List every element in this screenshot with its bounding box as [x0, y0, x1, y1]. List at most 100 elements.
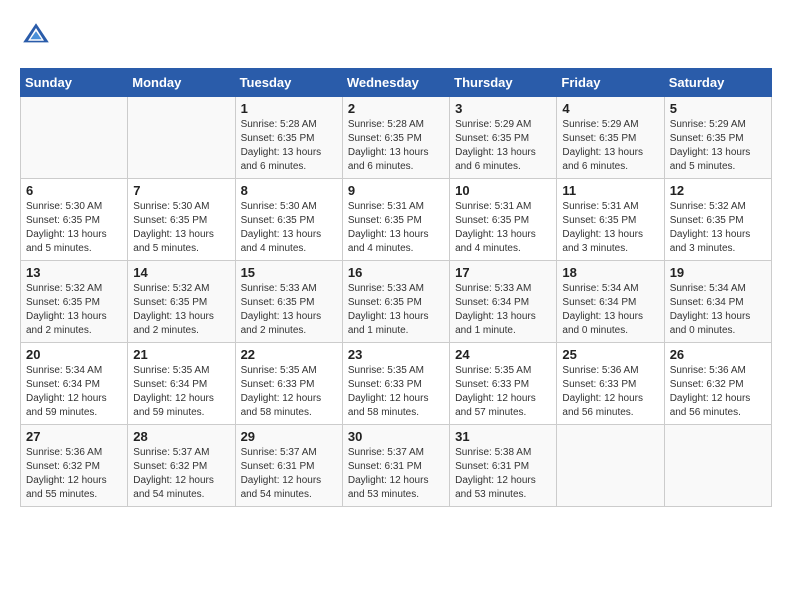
day-number: 20 [26, 347, 122, 362]
day-number: 21 [133, 347, 229, 362]
day-info: Sunrise: 5:34 AM Sunset: 6:34 PM Dayligh… [562, 282, 658, 338]
day-info: Sunrise: 5:38 AM Sunset: 6:31 PM Dayligh… [455, 446, 551, 502]
calendar-day-cell [21, 97, 128, 179]
calendar-day-cell [664, 425, 771, 507]
calendar-day-cell: 2 Sunrise: 5:28 AM Sunset: 6:35 PM Daylig… [342, 97, 449, 179]
day-info: Sunrise: 5:37 AM Sunset: 6:32 PM Dayligh… [133, 446, 229, 502]
calendar-header-row: SundayMondayTuesdayWednesdayThursdayFrid… [21, 69, 772, 97]
day-number: 17 [455, 265, 551, 280]
day-info: Sunrise: 5:33 AM Sunset: 6:35 PM Dayligh… [348, 282, 444, 338]
calendar-day-cell: 17 Sunrise: 5:33 AM Sunset: 6:34 PM Dayli… [450, 261, 557, 343]
calendar-day-cell: 29 Sunrise: 5:37 AM Sunset: 6:31 PM Dayli… [235, 425, 342, 507]
calendar-day-cell: 21 Sunrise: 5:35 AM Sunset: 6:34 PM Dayli… [128, 343, 235, 425]
calendar-day-cell [128, 97, 235, 179]
day-number: 13 [26, 265, 122, 280]
calendar-day-cell: 15Sunrise: 5:33 AM Sunset: 6:35 PM Dayli… [235, 261, 342, 343]
calendar-day-cell: 14 Sunrise: 5:32 AM Sunset: 6:35 PM Dayli… [128, 261, 235, 343]
calendar-day-cell: 23Sunrise: 5:35 AM Sunset: 6:33 PM Dayli… [342, 343, 449, 425]
calendar-day-cell: 28Sunrise: 5:37 AM Sunset: 6:32 PM Dayli… [128, 425, 235, 507]
day-number: 2 [348, 101, 444, 116]
day-number: 29 [241, 429, 337, 444]
day-info: Sunrise: 5:31 AM Sunset: 6:35 PM Dayligh… [562, 200, 658, 256]
calendar-day-cell: 6 Sunrise: 5:30 AM Sunset: 6:35 PM Daylig… [21, 179, 128, 261]
calendar-day-cell: 16 Sunrise: 5:33 AM Sunset: 6:35 PM Dayli… [342, 261, 449, 343]
calendar-day-cell: 30Sunrise: 5:37 AM Sunset: 6:31 PM Dayli… [342, 425, 449, 507]
day-number: 7 [133, 183, 229, 198]
day-of-week-header: Monday [128, 69, 235, 97]
calendar-day-cell: 26 Sunrise: 5:36 AM Sunset: 6:32 PM Dayli… [664, 343, 771, 425]
calendar-day-cell: 18 Sunrise: 5:34 AM Sunset: 6:34 PM Dayli… [557, 261, 664, 343]
calendar-day-cell: 13 Sunrise: 5:32 AM Sunset: 6:35 PM Dayli… [21, 261, 128, 343]
day-number: 15 [241, 265, 337, 280]
day-info: Sunrise: 5:34 AM Sunset: 6:34 PM Dayligh… [670, 282, 766, 338]
day-info: Sunrise: 5:31 AM Sunset: 6:35 PM Dayligh… [455, 200, 551, 256]
calendar-week-row: 6 Sunrise: 5:30 AM Sunset: 6:35 PM Daylig… [21, 179, 772, 261]
day-of-week-header: Friday [557, 69, 664, 97]
logo [20, 20, 58, 52]
page-header [20, 20, 772, 52]
calendar-week-row: 13 Sunrise: 5:32 AM Sunset: 6:35 PM Dayli… [21, 261, 772, 343]
day-number: 14 [133, 265, 229, 280]
day-number: 9 [348, 183, 444, 198]
day-number: 11 [562, 183, 658, 198]
day-info: Sunrise: 5:28 AM Sunset: 6:35 PM Dayligh… [241, 118, 337, 174]
day-info: Sunrise: 5:29 AM Sunset: 6:35 PM Dayligh… [562, 118, 658, 174]
day-number: 1 [241, 101, 337, 116]
calendar-day-cell: 10Sunrise: 5:31 AM Sunset: 6:35 PM Dayli… [450, 179, 557, 261]
day-of-week-header: Wednesday [342, 69, 449, 97]
calendar-day-cell: 8 Sunrise: 5:30 AM Sunset: 6:35 PM Daylig… [235, 179, 342, 261]
day-info: Sunrise: 5:35 AM Sunset: 6:33 PM Dayligh… [455, 364, 551, 420]
calendar-day-cell: 3 Sunrise: 5:29 AM Sunset: 6:35 PM Daylig… [450, 97, 557, 179]
day-info: Sunrise: 5:29 AM Sunset: 6:35 PM Dayligh… [455, 118, 551, 174]
day-info: Sunrise: 5:30 AM Sunset: 6:35 PM Dayligh… [241, 200, 337, 256]
calendar-day-cell: 12 Sunrise: 5:32 AM Sunset: 6:35 PM Dayli… [664, 179, 771, 261]
day-info: Sunrise: 5:35 AM Sunset: 6:34 PM Dayligh… [133, 364, 229, 420]
day-info: Sunrise: 5:32 AM Sunset: 6:35 PM Dayligh… [133, 282, 229, 338]
day-number: 4 [562, 101, 658, 116]
day-info: Sunrise: 5:35 AM Sunset: 6:33 PM Dayligh… [241, 364, 337, 420]
calendar-day-cell: 7 Sunrise: 5:30 AM Sunset: 6:35 PM Daylig… [128, 179, 235, 261]
day-info: Sunrise: 5:37 AM Sunset: 6:31 PM Dayligh… [241, 446, 337, 502]
day-number: 3 [455, 101, 551, 116]
day-info: Sunrise: 5:30 AM Sunset: 6:35 PM Dayligh… [133, 200, 229, 256]
day-info: Sunrise: 5:34 AM Sunset: 6:34 PM Dayligh… [26, 364, 122, 420]
day-number: 5 [670, 101, 766, 116]
calendar-day-cell: 22 Sunrise: 5:35 AM Sunset: 6:33 PM Dayli… [235, 343, 342, 425]
day-number: 31 [455, 429, 551, 444]
day-info: Sunrise: 5:33 AM Sunset: 6:34 PM Dayligh… [455, 282, 551, 338]
day-info: Sunrise: 5:36 AM Sunset: 6:32 PM Dayligh… [670, 364, 766, 420]
day-number: 6 [26, 183, 122, 198]
calendar-day-cell: 11 Sunrise: 5:31 AM Sunset: 6:35 PM Dayli… [557, 179, 664, 261]
calendar-day-cell: 19 Sunrise: 5:34 AM Sunset: 6:34 PM Dayli… [664, 261, 771, 343]
day-info: Sunrise: 5:29 AM Sunset: 6:35 PM Dayligh… [670, 118, 766, 174]
calendar-day-cell: 25Sunrise: 5:36 AM Sunset: 6:33 PM Dayli… [557, 343, 664, 425]
day-of-week-header: Saturday [664, 69, 771, 97]
day-number: 22 [241, 347, 337, 362]
day-number: 12 [670, 183, 766, 198]
calendar-day-cell: 5 Sunrise: 5:29 AM Sunset: 6:35 PM Daylig… [664, 97, 771, 179]
day-info: Sunrise: 5:32 AM Sunset: 6:35 PM Dayligh… [26, 282, 122, 338]
day-info: Sunrise: 5:32 AM Sunset: 6:35 PM Dayligh… [670, 200, 766, 256]
day-info: Sunrise: 5:31 AM Sunset: 6:35 PM Dayligh… [348, 200, 444, 256]
calendar-week-row: 27 Sunrise: 5:36 AM Sunset: 6:32 PM Dayli… [21, 425, 772, 507]
day-number: 24 [455, 347, 551, 362]
day-info: Sunrise: 5:28 AM Sunset: 6:35 PM Dayligh… [348, 118, 444, 174]
calendar-day-cell: 27 Sunrise: 5:36 AM Sunset: 6:32 PM Dayli… [21, 425, 128, 507]
day-number: 30 [348, 429, 444, 444]
day-number: 25 [562, 347, 658, 362]
day-number: 16 [348, 265, 444, 280]
day-number: 26 [670, 347, 766, 362]
day-number: 8 [241, 183, 337, 198]
day-number: 27 [26, 429, 122, 444]
day-info: Sunrise: 5:36 AM Sunset: 6:32 PM Dayligh… [26, 446, 122, 502]
day-number: 19 [670, 265, 766, 280]
day-number: 23 [348, 347, 444, 362]
calendar-day-cell: 24 Sunrise: 5:35 AM Sunset: 6:33 PM Dayli… [450, 343, 557, 425]
day-of-week-header: Thursday [450, 69, 557, 97]
calendar-day-cell: 31 Sunrise: 5:38 AM Sunset: 6:31 PM Dayli… [450, 425, 557, 507]
calendar-day-cell: 4 Sunrise: 5:29 AM Sunset: 6:35 PM Daylig… [557, 97, 664, 179]
day-info: Sunrise: 5:30 AM Sunset: 6:35 PM Dayligh… [26, 200, 122, 256]
day-number: 18 [562, 265, 658, 280]
calendar-body: 1 Sunrise: 5:28 AM Sunset: 6:35 PM Daylig… [21, 97, 772, 507]
calendar-day-cell: 20 Sunrise: 5:34 AM Sunset: 6:34 PM Dayli… [21, 343, 128, 425]
